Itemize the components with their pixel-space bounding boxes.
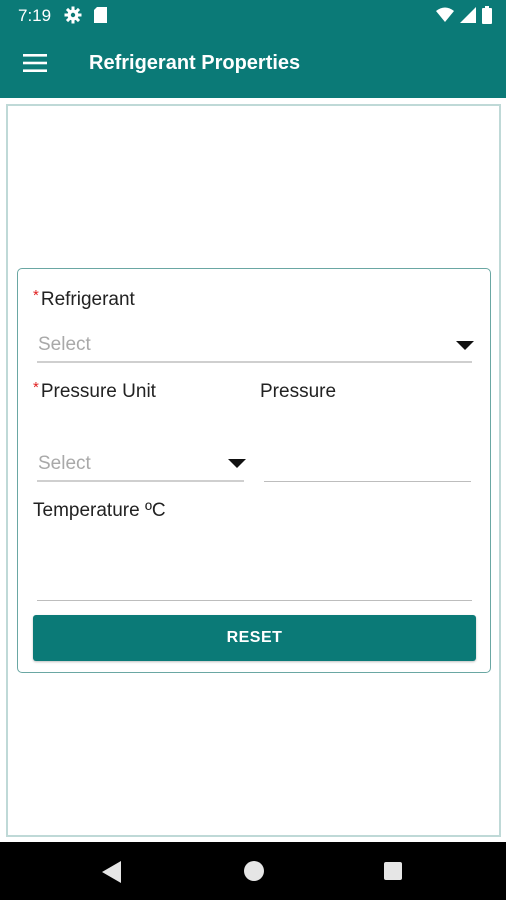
pressure-unit-select[interactable]: Select xyxy=(37,449,246,483)
gear-icon xyxy=(64,6,82,29)
status-time: 7:19 xyxy=(18,6,52,25)
pressure-unit-underline xyxy=(37,480,244,482)
temperature-input[interactable] xyxy=(37,566,472,602)
temperature-underline xyxy=(37,600,472,601)
menu-button[interactable] xyxy=(14,44,56,86)
home-icon[interactable] xyxy=(244,861,264,881)
menu-icon xyxy=(23,53,47,77)
pressure-input[interactable] xyxy=(264,449,471,483)
refrigerant-select-placeholder: Select xyxy=(38,334,91,355)
app-bar: Refrigerant Properties xyxy=(0,32,506,98)
refrigerant-label: * Refrigerant xyxy=(33,287,135,311)
required-marker: * xyxy=(33,287,39,304)
battery-icon xyxy=(482,6,492,29)
required-marker: * xyxy=(33,379,39,396)
refrigerant-select[interactable]: Select xyxy=(37,330,474,364)
back-icon[interactable] xyxy=(102,861,122,888)
pressure-unit-select-placeholder: Select xyxy=(38,453,91,474)
recents-icon[interactable] xyxy=(384,862,402,880)
refrigerant-label-text: Refrigerant xyxy=(40,289,135,310)
sd-card-icon xyxy=(94,7,107,28)
status-icons xyxy=(436,6,492,29)
pressure-unit-label: * Pressure Unit xyxy=(33,379,156,403)
page-title: Refrigerant Properties xyxy=(89,52,301,74)
reset-button[interactable]: RESET xyxy=(33,615,476,661)
wifi-icon xyxy=(436,7,454,28)
pressure-label: Pressure xyxy=(260,381,337,402)
pressure-unit-label-text: Pressure Unit xyxy=(40,381,156,402)
refrigerant-underline xyxy=(37,361,472,363)
signal-icon xyxy=(460,7,476,28)
system-nav-bar xyxy=(0,842,506,900)
temperature-label: Temperature ºC xyxy=(33,500,166,521)
status-bar: 7:19 xyxy=(0,0,506,32)
pressure-underline xyxy=(264,481,471,482)
chevron-down-icon xyxy=(456,341,474,350)
chevron-down-icon xyxy=(228,459,246,468)
